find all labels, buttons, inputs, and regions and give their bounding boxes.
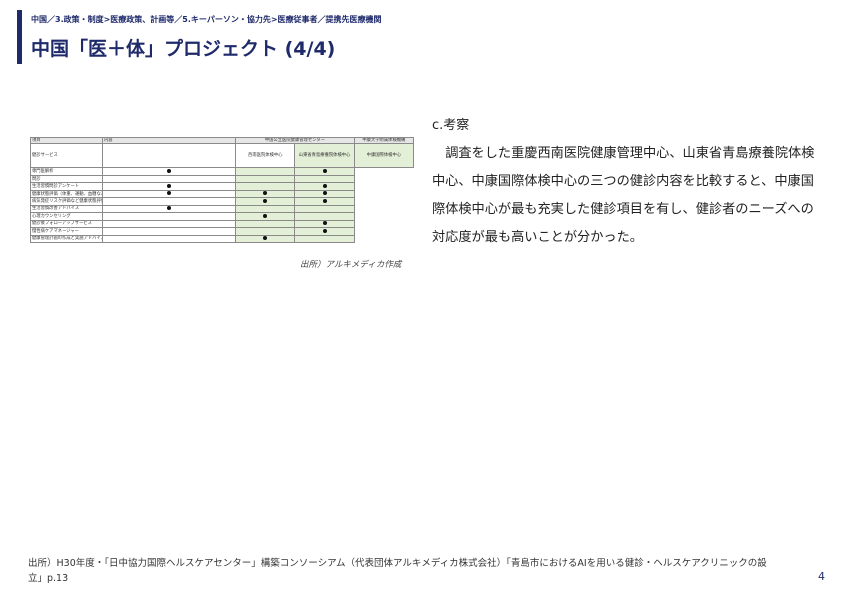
table-mark-cell [101, 212, 237, 221]
table-item-label: 問診 [30, 174, 103, 184]
table-row: 慢性病ケアマネージャー [30, 227, 414, 236]
breadcrumb: 中国／3.政策・制度>医療政策、計画等／5.キーパーソン・協力先>医療従事者／提… [31, 15, 382, 24]
table-item-label: 健康状態評価（体重、運動、血糖などの推移） [30, 189, 103, 199]
table-mark-cell [101, 234, 237, 244]
check-dot-icon [322, 228, 327, 233]
table-mark-cell [101, 174, 237, 184]
page-title: 中国「医＋体」プロジェクト (4/4) [31, 38, 336, 60]
table-item-label: 健診後フォローアップサービス [30, 219, 103, 229]
table-mark-cell [294, 212, 355, 221]
table-mark-cell [294, 204, 355, 214]
table-mark-cell [235, 189, 296, 199]
check-dot-icon [322, 183, 327, 188]
page-number: 4 [818, 570, 825, 583]
table-mark-cell [235, 212, 296, 221]
table-mark-cell [235, 219, 296, 229]
table-row: 健診後フォローアップサービス [30, 219, 414, 229]
table-mark-cell [294, 234, 355, 244]
table-item-label: 生活習慣問診アンケート [30, 182, 103, 191]
table-subheader-zhongkang: 中康国際体検中心 [353, 143, 415, 169]
table-mark-cell [294, 197, 355, 206]
table-mark-cell [101, 182, 237, 191]
table-row: 健康管理計画の作成と実施アドバイス [30, 234, 414, 244]
check-dot-icon [263, 236, 268, 241]
table-row: 生活習慣改善アドバイス [30, 204, 414, 214]
figure-source-caption: 出所）アルキメディカ作成 [300, 260, 402, 270]
table-item-label: 健康管理計画の作成と実施アドバイス [30, 234, 103, 244]
check-dot-icon [322, 221, 327, 226]
table-mark-cell [235, 197, 296, 206]
check-dot-icon [167, 183, 172, 188]
table-mark-cell [294, 182, 355, 191]
check-dot-icon [322, 198, 327, 203]
table-item-label: 専門医解析 [30, 167, 103, 176]
table-mark-cell [101, 189, 237, 199]
table-mark-cell [294, 219, 355, 229]
table-subheader-qingdao: 山東省青島療養院体検中心 [294, 143, 355, 169]
table-mark-cell [294, 174, 355, 184]
check-dot-icon [167, 169, 172, 173]
table-header-university-org: 中康大学附属体検機構 [353, 136, 415, 145]
table-mark-cell [101, 227, 237, 236]
check-dot-icon [322, 169, 327, 173]
check-dot-icon [167, 191, 172, 196]
check-dot-icon [263, 198, 268, 203]
table-mark-cell [235, 167, 296, 176]
table-mark-cell [235, 227, 296, 236]
table-row: 病気発症リスク評価など健康状態評価サービス [30, 197, 414, 206]
analysis-paragraph: 調査をした重慶西南医院健康管理中心、山東省青島療養院体検中心、中康国際体検中心の… [432, 146, 815, 245]
table-mark-cell [235, 182, 296, 191]
table-row: 問診 [30, 174, 414, 184]
table-mark-cell [101, 204, 237, 214]
check-dot-icon [322, 191, 327, 196]
check-dot-icon [167, 206, 172, 211]
table-row: 健康状態評価（体重、運動、血糖などの推移） [30, 189, 414, 199]
table-mark-cell [294, 167, 355, 176]
table-item-label: 病気発症リスク評価など健康状態評価サービス [30, 197, 103, 206]
table-mark-cell [101, 219, 237, 229]
check-dot-icon [263, 213, 268, 218]
section-heading: c.考察 [432, 118, 470, 133]
table-row: 生活習慣問診アンケート [30, 182, 414, 191]
table-item-label: 心理カウンセリング [30, 212, 103, 221]
table-item-label: 慢性病ケアマネージャー [30, 227, 103, 236]
table-subheader-xinan: 西南医院体検中心 [235, 143, 296, 169]
footer-source-note: 出所）H30年度・「日中協力国際ヘルスケアセンター」構築コンソーシアム（代表団体… [28, 558, 767, 584]
health-check-comparison-table: 項目 内容 中国公立医院健康管理センター 中康大学附属体検機構 健診サービス 西… [30, 136, 415, 244]
table-item-label: 生活習慣改善アドバイス [30, 204, 103, 214]
table-mark-cell [101, 167, 237, 176]
table-mark-cell [294, 189, 355, 199]
table-row-group-label: 健診サービス [30, 143, 103, 169]
table-mark-cell [235, 174, 296, 184]
table-mark-cell [294, 227, 355, 236]
table-subheader-blank [101, 143, 237, 169]
table-row: 心理カウンセリング [30, 212, 414, 221]
check-dot-icon [263, 191, 268, 196]
title-accent-bar [17, 10, 22, 64]
table-mark-cell [235, 234, 296, 244]
table-row: 専門医解析 [30, 167, 414, 176]
table-mark-cell [235, 204, 296, 214]
table-mark-cell [101, 197, 237, 206]
